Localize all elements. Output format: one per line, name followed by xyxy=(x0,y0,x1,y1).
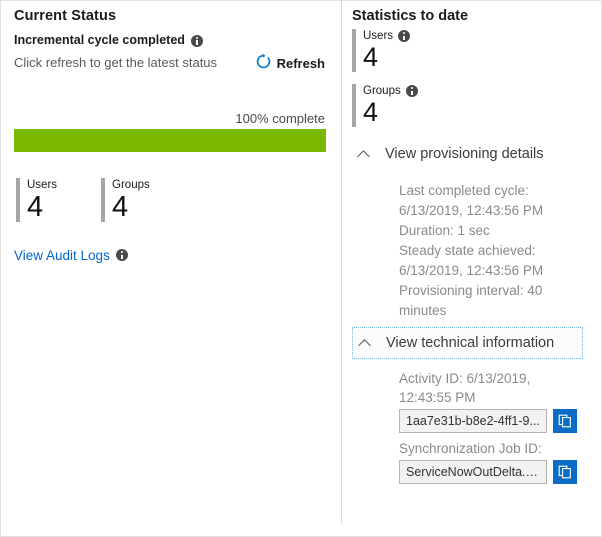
activity-id-label: Activity ID: 6/13/2019, 12:43:55 PM xyxy=(399,369,581,407)
activity-id-row: 1aa7e31b-b8e2-4ff1-9... xyxy=(399,409,581,433)
progress-bar-fill xyxy=(14,129,326,152)
info-icon[interactable] xyxy=(406,85,418,97)
stat-label-row: Users xyxy=(363,29,410,43)
copy-activity-id-button[interactable] xyxy=(553,409,577,433)
sync-job-id-row: ServiceNowOutDelta.3... xyxy=(399,460,581,484)
progress-section: 100% complete xyxy=(14,111,329,152)
stat-label: Users xyxy=(27,178,57,192)
detail-line: Steady state achieved: xyxy=(399,241,581,261)
refresh-icon xyxy=(255,53,272,75)
stat-value: 4 xyxy=(363,98,418,127)
view-audit-logs-label: View Audit Logs xyxy=(14,248,110,263)
chevron-up-icon xyxy=(358,150,371,158)
technical-information-content: Activity ID: 6/13/2019, 12:43:55 PM 1aa7… xyxy=(352,359,587,484)
stat-value: 4 xyxy=(27,192,57,222)
sync-job-id-field[interactable]: ServiceNowOutDelta.3... xyxy=(399,460,547,484)
detail-line: Provisioning interval: 40 xyxy=(399,281,581,301)
chevron-up-icon xyxy=(359,339,372,347)
stat-value: 4 xyxy=(112,192,150,222)
detail-line: minutes xyxy=(399,301,581,321)
left-stats-row: Users 4 Groups 4 xyxy=(14,178,329,222)
stat-groups: Groups 4 xyxy=(101,178,150,222)
stat-label-row: Groups xyxy=(363,84,418,98)
copy-icon xyxy=(558,414,572,428)
current-status-panel: Current Status Incremental cycle complet… xyxy=(1,1,341,536)
info-icon[interactable] xyxy=(398,30,410,42)
stat-accent-bar xyxy=(352,84,356,127)
provisioning-details-content: Last completed cycle: 6/13/2019, 12:43:5… xyxy=(352,169,587,321)
copy-sync-job-id-button[interactable] xyxy=(553,460,577,484)
progress-bar xyxy=(14,129,326,152)
stat-users: Users 4 xyxy=(16,178,57,222)
stat-value: 4 xyxy=(363,43,410,72)
view-technical-information-label: View technical information xyxy=(386,335,554,351)
cycle-status-label: Incremental cycle completed xyxy=(14,32,185,48)
statistics-title: Statistics to date xyxy=(352,8,587,24)
refresh-hint-text: Click refresh to get the latest status xyxy=(14,55,217,72)
refresh-label: Refresh xyxy=(277,56,325,71)
detail-line: Duration: 1 sec xyxy=(399,221,581,241)
info-icon[interactable] xyxy=(191,35,203,47)
stat-accent-bar xyxy=(16,178,20,222)
progress-label: 100% complete xyxy=(14,111,329,126)
provisioning-status-page: Current Status Incremental cycle complet… xyxy=(0,0,602,537)
detail-line: 6/13/2019, 12:43:56 PM xyxy=(399,201,581,221)
activity-id-field[interactable]: 1aa7e31b-b8e2-4ff1-9... xyxy=(399,409,547,433)
copy-icon xyxy=(558,465,572,479)
cycle-status-row: Incremental cycle completed xyxy=(14,32,329,48)
statistic-groups: Groups 4 xyxy=(352,84,587,127)
statistics-panel: Statistics to date Users 4 Groups 4 xyxy=(341,1,601,536)
info-icon[interactable] xyxy=(116,249,128,261)
statistic-users: Users 4 xyxy=(352,29,587,72)
refresh-button[interactable]: Refresh xyxy=(255,53,329,75)
sync-job-id-label: Synchronization Job ID: xyxy=(399,439,581,458)
stat-label: Groups xyxy=(363,84,401,98)
detail-line: Last completed cycle: xyxy=(399,181,581,201)
stat-label: Groups xyxy=(112,178,150,192)
view-technical-information-toggle[interactable]: View technical information xyxy=(352,327,583,359)
refresh-hint-row: Click refresh to get the latest status R… xyxy=(14,53,329,75)
page-title: Current Status xyxy=(14,8,329,25)
detail-line: 6/13/2019, 12:43:56 PM xyxy=(399,261,581,281)
view-audit-logs-link[interactable]: View Audit Logs xyxy=(14,248,128,263)
view-provisioning-details-label: View provisioning details xyxy=(385,146,544,162)
view-provisioning-details-toggle[interactable]: View provisioning details xyxy=(352,139,587,169)
stat-accent-bar xyxy=(101,178,105,222)
stat-accent-bar xyxy=(352,29,356,72)
stat-label: Users xyxy=(363,29,393,43)
